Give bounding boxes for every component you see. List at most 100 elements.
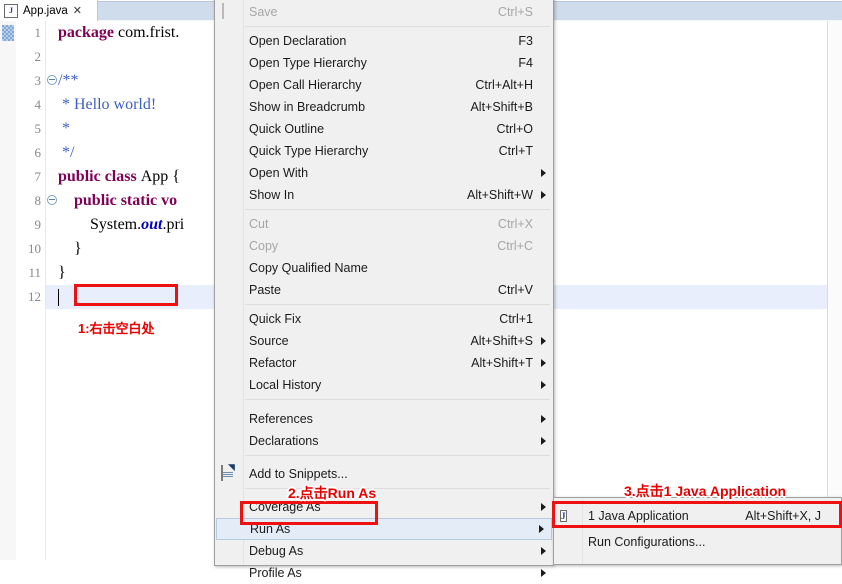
- menu-item-label: Show in Breadcrumb: [249, 100, 366, 114]
- chevron-right-icon: [539, 525, 544, 533]
- menu-item-quick-fix[interactable]: Quick Fix Ctrl+1: [215, 308, 553, 330]
- code-line: System.out.pri: [58, 213, 184, 237]
- menu-item-source[interactable]: Source Alt+Shift+S: [215, 330, 553, 352]
- menu-item-open-type-hierarchy[interactable]: Open Type Hierarchy F4: [215, 52, 553, 74]
- submenu-item-label: Run Configurations...: [588, 535, 706, 549]
- menu-item-accel: Ctrl+C: [497, 239, 533, 253]
- line-number: 3: [34, 73, 42, 88]
- menu-item-label: Open Declaration: [249, 34, 347, 48]
- menu-item-accel: Alt+Shift+B: [470, 100, 533, 114]
- code-token: *: [58, 120, 70, 137]
- menu-item-label: Refactor: [249, 356, 297, 370]
- menu-item-label: Show In: [249, 188, 295, 202]
- menu-item-accel: F4: [518, 56, 533, 70]
- fold-marker-icon[interactable]: [46, 189, 57, 213]
- code-line: */: [58, 141, 74, 165]
- submenu-item-run-configurations[interactable]: Run Configurations...: [554, 529, 841, 555]
- menu-item-copy[interactable]: Copy Ctrl+C: [215, 235, 553, 257]
- menu-item-accel: Alt+Shift+S: [470, 334, 533, 348]
- annotation-text-step3: 3.点击1 Java Application: [624, 483, 787, 499]
- menu-item-local-history[interactable]: Local History: [215, 374, 553, 396]
- menu-item-label: Copy: [249, 239, 279, 253]
- chevron-right-icon: [541, 191, 546, 199]
- menu-item-copy-qualified-name[interactable]: Copy Qualified Name: [215, 257, 553, 279]
- menu-item-label: Open Call Hierarchy: [249, 78, 362, 92]
- code-token: public class: [58, 168, 141, 185]
- code-line: *: [58, 117, 70, 141]
- code-token: System.: [58, 216, 142, 233]
- code-token: /**: [58, 72, 79, 89]
- chevron-right-icon: [541, 547, 546, 555]
- menu-item-add-to-snippets[interactable]: Add to Snippets...: [215, 463, 553, 485]
- menu-item-label: Profile As: [249, 566, 302, 580]
- menu-item-show-in-breadcrumb[interactable]: Show in Breadcrumb Alt+Shift+B: [215, 96, 553, 118]
- menu-item-label: Quick Fix: [249, 312, 302, 326]
- menu-item-debug-as[interactable]: Debug As: [215, 540, 553, 562]
- menu-item-references[interactable]: References: [215, 408, 553, 430]
- close-icon[interactable]: ✕: [73, 4, 82, 17]
- menu-item-save[interactable]: Save Ctrl+S: [215, 1, 553, 23]
- text-caret: [58, 289, 59, 306]
- line-number: 4: [34, 97, 42, 112]
- menu-item-accel: F3: [518, 34, 533, 48]
- menu-item-cut[interactable]: Cut Ctrl+X: [215, 213, 553, 235]
- menu-item-label: Paste: [249, 283, 281, 297]
- menu-item-open-with[interactable]: Open With: [215, 162, 553, 184]
- code-line: public static vo: [58, 189, 177, 213]
- menu-item-accel: Ctrl+T: [498, 144, 533, 158]
- menu-item-declarations[interactable]: Declarations: [215, 430, 553, 452]
- menu-item-label: References: [249, 412, 313, 426]
- menu-item-accel: Alt+Shift+T: [471, 356, 533, 370]
- menu-item-label: Quick Outline: [249, 122, 325, 136]
- menu-item-quick-type-hierarchy[interactable]: Quick Type Hierarchy Ctrl+T: [215, 140, 553, 162]
- annotation-box-step1: [74, 284, 178, 306]
- line-number: 9: [34, 217, 42, 232]
- menu-item-label: Source: [249, 334, 289, 348]
- chevron-right-icon: [541, 415, 546, 423]
- code-line: }: [58, 261, 66, 285]
- save-icon: [221, 3, 237, 20]
- menu-item-quick-outline[interactable]: Quick Outline Ctrl+O: [215, 118, 553, 140]
- code-line: public class App {: [58, 165, 180, 189]
- fold-marker-icon[interactable]: [46, 69, 57, 93]
- line-number: 1: [34, 25, 42, 40]
- editor-tab-app-java[interactable]: J App.java ✕: [0, 0, 98, 21]
- menu-item-open-call-hierarchy[interactable]: Open Call Hierarchy Ctrl+Alt+H: [215, 74, 553, 96]
- menu-item-label: Cut: [249, 217, 269, 231]
- menu-item-open-declaration[interactable]: Open Declaration F3: [215, 30, 553, 52]
- code-token: }: [58, 240, 82, 257]
- chevron-right-icon: [541, 337, 546, 345]
- java-file-icon: J: [4, 3, 18, 18]
- menu-item-label: Declarations: [249, 434, 319, 448]
- menu-item-accel: Ctrl+S: [497, 5, 533, 19]
- menu-item-accel: Ctrl+O: [496, 122, 533, 136]
- menu-item-label: Local History: [249, 378, 322, 392]
- menu-item-paste[interactable]: Paste Ctrl+V: [215, 279, 553, 301]
- annotation-text-step2: 2.点击Run As: [288, 485, 377, 501]
- line-number: 5: [34, 121, 42, 136]
- code-token: */: [58, 144, 75, 161]
- line-number: 12: [28, 289, 41, 304]
- menu-item-show-in[interactable]: Show In Alt+Shift+W: [215, 184, 553, 206]
- menu-item-label: Add to Snippets...: [249, 467, 348, 481]
- menu-item-accel: Ctrl+X: [497, 217, 533, 231]
- code-line: /**: [58, 69, 78, 93]
- line-number-ruler: 1 2 3 4 5 6 7 8 9 10 11 12: [16, 21, 46, 560]
- snippet-icon: [221, 465, 237, 482]
- menu-separator: [245, 399, 550, 400]
- code-token: com.frist.: [118, 24, 180, 41]
- code-line: package com.frist.: [58, 21, 179, 45]
- code-token: public static vo: [58, 192, 178, 209]
- editor-tab-label: App.java: [23, 4, 68, 17]
- menu-item-profile-as[interactable]: Profile As: [215, 562, 553, 584]
- line-number: 2: [34, 49, 42, 64]
- overview-ruler[interactable]: [827, 21, 842, 560]
- menu-separator: [245, 304, 550, 305]
- annotation-box-step2: [240, 501, 378, 525]
- line-number: 7: [34, 169, 42, 184]
- menu-item-refactor[interactable]: Refactor Alt+Shift+T: [215, 352, 553, 374]
- code-token: out: [141, 216, 163, 233]
- editor-context-menu[interactable]: Save Ctrl+S Open Declaration F3 Open Typ…: [214, 0, 554, 580]
- code-line: }: [58, 237, 82, 261]
- line-number: 11: [28, 265, 41, 280]
